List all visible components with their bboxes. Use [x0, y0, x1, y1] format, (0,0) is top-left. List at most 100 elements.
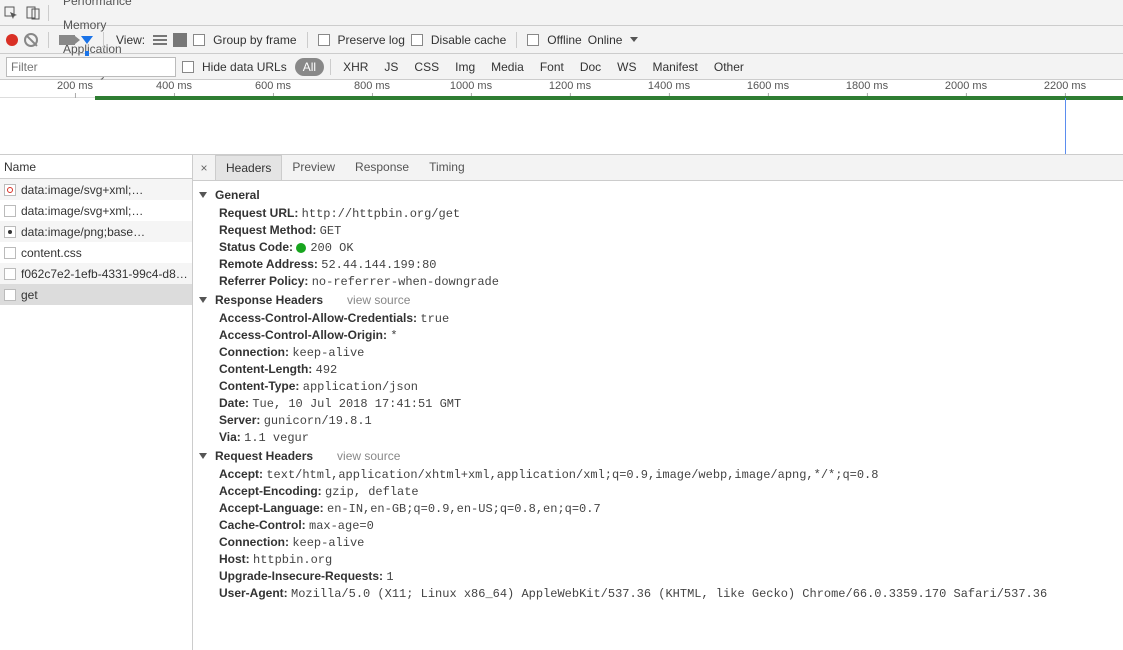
- filter-input[interactable]: [6, 57, 176, 77]
- filter-chip-media[interactable]: Media: [485, 58, 530, 76]
- header-item: Via: 1.1 vegur: [193, 429, 1123, 446]
- filter-bar: Hide data URLs All XHRJSCSSImgMediaFontDo…: [0, 54, 1123, 80]
- inspect-icon[interactable]: [0, 0, 22, 26]
- header-key: Access-Control-Allow-Origin:: [219, 328, 390, 342]
- list-view-icon[interactable]: [153, 33, 167, 47]
- filter-chip-manifest[interactable]: Manifest: [647, 58, 704, 76]
- tree-view-icon[interactable]: [173, 33, 187, 47]
- header-value: GET: [320, 224, 342, 238]
- header-value: 1: [386, 570, 393, 584]
- disclosure-triangle-icon: [199, 297, 207, 303]
- request-row[interactable]: data:image/svg+xml;…: [0, 200, 192, 221]
- header-item: Connection: keep-alive: [193, 344, 1123, 361]
- request-list-panel: Name data:image/svg+xml;…data:image/svg+…: [0, 155, 193, 650]
- disclosure-triangle-icon: [199, 192, 207, 198]
- clear-icon[interactable]: [24, 33, 38, 47]
- request-name: content.css: [21, 246, 82, 260]
- preserve-log-toggle[interactable]: Preserve log: [318, 33, 405, 47]
- header-key: Upgrade-Insecure-Requests:: [219, 569, 386, 583]
- detail-tab-preview[interactable]: Preview: [282, 155, 345, 180]
- header-value: http://httpbin.org/get: [302, 207, 460, 221]
- header-item: Content-Type: application/json: [193, 378, 1123, 395]
- section-title: General: [215, 188, 260, 202]
- header-item: Access-Control-Allow-Credentials: true: [193, 310, 1123, 327]
- request-row[interactable]: data:image/png;base…: [0, 221, 192, 242]
- header-key: Content-Type:: [219, 379, 303, 393]
- header-value: max-age=0: [309, 519, 374, 533]
- request-row[interactable]: f062c7e2-1efb-4331-99c4-d8…: [0, 263, 192, 284]
- disable-cache-toggle[interactable]: Disable cache: [411, 33, 506, 47]
- network-toolbar: View: Group by frame Preserve log Disabl…: [0, 26, 1123, 54]
- filter-toggle-icon[interactable]: [81, 36, 93, 44]
- header-value: Tue, 10 Jul 2018 17:41:51 GMT: [252, 397, 461, 411]
- header-item: Connection: keep-alive: [193, 534, 1123, 551]
- section-header[interactable]: Response Headersview source: [193, 290, 1123, 310]
- header-value: keep-alive: [292, 346, 364, 360]
- checkbox-icon: [411, 34, 423, 46]
- filter-chip-xhr[interactable]: XHR: [337, 58, 374, 76]
- filter-chip-all[interactable]: All: [295, 58, 324, 76]
- header-value: gzip, deflate: [325, 485, 419, 499]
- request-row[interactable]: content.css: [0, 242, 192, 263]
- detail-tab-response[interactable]: Response: [345, 155, 419, 180]
- tab-performance[interactable]: Performance: [53, 0, 142, 13]
- hide-data-urls-toggle[interactable]: Hide data URLs: [182, 60, 287, 74]
- file-icon: [4, 205, 16, 217]
- header-value: en-IN,en-GB;q=0.9,en-US;q=0.8,en;q=0.7: [327, 502, 601, 516]
- close-details-button[interactable]: ×: [193, 155, 215, 180]
- timeline-overview[interactable]: 200 ms400 ms600 ms800 ms1000 ms1200 ms14…: [0, 80, 1123, 155]
- header-item: Date: Tue, 10 Jul 2018 17:41:51 GMT: [193, 395, 1123, 412]
- timeline-load-bar: [95, 96, 1123, 100]
- screenshot-icon[interactable]: [59, 35, 75, 45]
- detail-tab-timing[interactable]: Timing: [419, 155, 475, 180]
- detail-tab-headers[interactable]: Headers: [215, 155, 282, 180]
- timeline-marker: [1065, 98, 1066, 154]
- name-column-header[interactable]: Name: [0, 155, 192, 179]
- filter-chip-ws[interactable]: WS: [611, 58, 642, 76]
- file-icon: [4, 184, 16, 196]
- filter-chip-img[interactable]: Img: [449, 58, 481, 76]
- filter-chip-js[interactable]: JS: [378, 58, 404, 76]
- header-key: Connection:: [219, 345, 292, 359]
- header-item: Request Method: GET: [193, 222, 1123, 239]
- group-by-frame-toggle[interactable]: Group by frame: [193, 33, 296, 47]
- header-item: Referrer Policy: no-referrer-when-downgr…: [193, 273, 1123, 290]
- header-key: Date:: [219, 396, 252, 410]
- view-source-link[interactable]: view source: [347, 293, 410, 307]
- type-filter-chips: All XHRJSCSSImgMediaFontDocWS ManifestOthe…: [295, 58, 750, 76]
- header-value: httpbin.org: [253, 553, 332, 567]
- offline-toggle[interactable]: Offline: [527, 33, 581, 47]
- section-header[interactable]: General: [193, 185, 1123, 205]
- header-value: keep-alive: [292, 536, 364, 550]
- request-name: data:image/png;base…: [21, 225, 145, 239]
- timeline-tick: 1800 ms: [846, 80, 888, 92]
- header-item: Status Code: 200 OK: [193, 239, 1123, 256]
- header-item: Content-Length: 492: [193, 361, 1123, 378]
- header-key: Connection:: [219, 535, 292, 549]
- checkbox-icon: [193, 34, 205, 46]
- request-row[interactable]: data:image/svg+xml;…: [0, 179, 192, 200]
- throttling-select[interactable]: Online: [588, 33, 639, 47]
- header-item: Server: gunicorn/19.8.1: [193, 412, 1123, 429]
- request-name: get: [21, 288, 38, 302]
- separator: [516, 32, 517, 48]
- record-icon[interactable]: [6, 34, 18, 46]
- device-toggle-icon[interactable]: [22, 0, 44, 26]
- header-value: application/json: [303, 380, 418, 394]
- header-value: gunicorn/19.8.1: [264, 414, 372, 428]
- filter-chip-doc[interactable]: Doc: [574, 58, 607, 76]
- header-key: Via:: [219, 430, 244, 444]
- header-key: Accept:: [219, 467, 266, 481]
- header-key: User-Agent:: [219, 586, 291, 600]
- header-key: Content-Length:: [219, 362, 316, 376]
- section-header[interactable]: Request Headersview source: [193, 446, 1123, 466]
- header-value: no-referrer-when-downgrade: [312, 275, 499, 289]
- header-item: Upgrade-Insecure-Requests: 1: [193, 568, 1123, 585]
- filter-chip-css[interactable]: CSS: [408, 58, 445, 76]
- file-icon: [4, 247, 16, 259]
- view-source-link[interactable]: view source: [337, 449, 400, 463]
- filter-chip-other[interactable]: Other: [708, 58, 750, 76]
- request-row[interactable]: get: [0, 284, 192, 305]
- filter-chip-font[interactable]: Font: [534, 58, 570, 76]
- header-value: 492: [316, 363, 338, 377]
